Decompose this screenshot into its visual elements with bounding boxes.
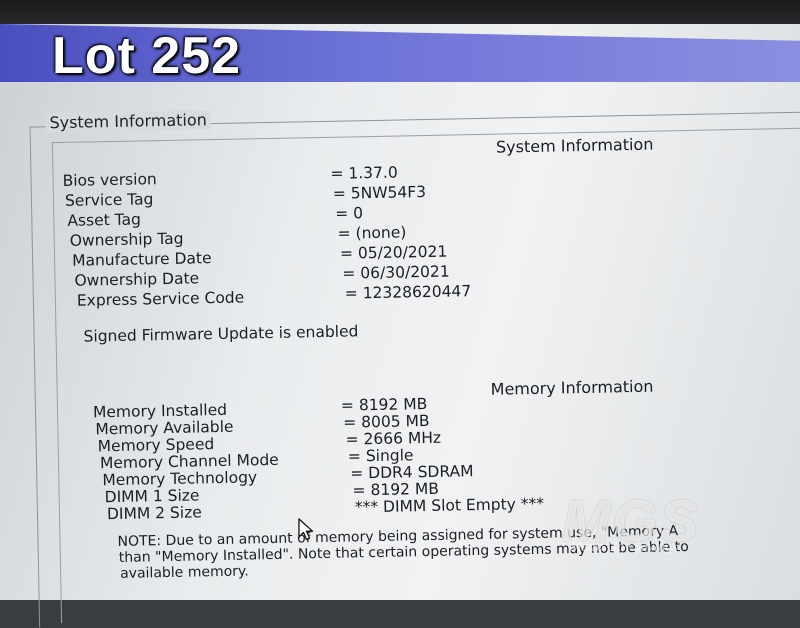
ownership-date-value: = 06/30/2021 xyxy=(342,262,450,283)
ownership-tag-value: = (none) xyxy=(337,223,407,243)
ownership-tag-label: Ownership Tag xyxy=(69,229,184,250)
ownership-date-label: Ownership Date xyxy=(74,269,200,290)
service-tag-label: Service Tag xyxy=(64,190,154,210)
watermark-tagline: Metro Gov Savings xyxy=(570,540,678,555)
mouse-pointer-icon xyxy=(298,518,316,546)
asset-tag-label: Asset Tag xyxy=(67,210,142,230)
bios-version-label: Bios version xyxy=(62,170,157,190)
service-tag-value: = 5NW54F3 xyxy=(332,182,427,203)
system-info-heading: System Information xyxy=(495,134,654,157)
asset-tag-value: = 0 xyxy=(335,204,364,223)
lot-number-overlay: Lot 252 xyxy=(52,27,242,85)
bios-version-value: = 1.37.0 xyxy=(330,163,398,183)
memory-info-heading: Memory Information xyxy=(490,376,654,399)
manufacture-date-label: Manufacture Date xyxy=(71,249,212,270)
express-service-code-value: = 12328620447 xyxy=(344,282,472,303)
group-title: System Information xyxy=(45,110,212,133)
dimm2-size-value: *** DIMM Slot Empty *** xyxy=(354,494,545,517)
dimm2-size-label: DIMM 2 Size xyxy=(106,503,202,524)
memory-speed-value: = 2666 MHz xyxy=(345,428,442,449)
memory-note-line-3: available memory. xyxy=(119,563,249,582)
express-service-code-label: Express Service Code xyxy=(76,288,245,310)
manufacture-date-value: = 05/20/2021 xyxy=(339,242,448,263)
